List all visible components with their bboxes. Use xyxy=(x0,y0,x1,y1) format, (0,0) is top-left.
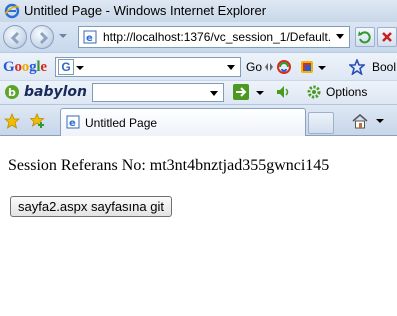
options-gear-icon[interactable] xyxy=(306,84,322,100)
page-icon: e xyxy=(83,30,97,44)
options-button[interactable]: Options xyxy=(326,85,367,99)
bookmarks-button[interactable]: Bool xyxy=(372,60,396,74)
google-logo: Google xyxy=(3,59,47,75)
add-to-favorites-icon[interactable] xyxy=(30,113,46,129)
bookmarks-star-icon[interactable] xyxy=(349,59,365,75)
babylon-search-dropdown-icon[interactable] xyxy=(209,90,219,98)
svg-text:e: e xyxy=(69,118,76,129)
address-dropdown-icon[interactable] xyxy=(335,33,345,41)
tab-label: Untitled Page xyxy=(85,116,158,130)
url-text[interactable]: http://localhost:1376/vc_session_1/Defau… xyxy=(103,30,333,44)
babylon-toolbar: b babylon Options xyxy=(0,80,397,104)
window-title: Untitled Page - Windows Internet Explore… xyxy=(24,3,267,18)
back-button[interactable] xyxy=(3,25,27,49)
arrows-icon[interactable] xyxy=(264,60,274,74)
stop-button[interactable] xyxy=(377,27,397,47)
go-to-sayfa2-button[interactable]: sayfa2.aspx sayfasına git xyxy=(10,196,172,217)
google-engine-dropdown-icon[interactable] xyxy=(76,64,84,72)
navigation-bar: e http://localhost:1376/vc_session_1/Def… xyxy=(0,22,397,52)
new-tab-button[interactable] xyxy=(308,112,334,134)
refresh-button[interactable] xyxy=(355,27,375,47)
babylon-logo: babylon xyxy=(24,84,87,100)
forward-button[interactable] xyxy=(30,25,54,49)
babylon-go-dropdown-icon[interactable] xyxy=(256,89,264,97)
svg-text:b: b xyxy=(8,86,16,99)
pagerank-swirl-icon[interactable] xyxy=(276,59,292,75)
stop-icon xyxy=(382,32,392,42)
google-go-button[interactable]: Go xyxy=(246,60,262,74)
google-search-dropdown-icon[interactable] xyxy=(226,64,236,72)
popup-blocker-icon[interactable] xyxy=(299,59,315,75)
tab-bar: e Untitled Page xyxy=(0,104,397,136)
home-dropdown-icon[interactable] xyxy=(376,117,384,125)
favorites-star-icon[interactable] xyxy=(4,113,20,129)
page-content: Session Referans No: mt3nt4bnztjad355gwn… xyxy=(0,136,397,316)
session-reference-text: Session Referans No: mt3nt4bnztjad355gwn… xyxy=(8,157,330,174)
google-toolbar: Google G Go Bool xyxy=(0,52,397,80)
popup-dropdown-icon[interactable] xyxy=(318,64,326,72)
babylon-logo-icon: b xyxy=(5,85,19,99)
address-bar[interactable]: e http://localhost:1376/vc_session_1/Def… xyxy=(78,26,350,48)
google-g-icon[interactable]: G xyxy=(58,59,74,75)
refresh-icon xyxy=(358,31,371,44)
babylon-search-input[interactable] xyxy=(92,83,224,102)
forward-arrow-icon xyxy=(39,31,49,45)
tab-page-icon: e xyxy=(66,115,80,129)
babylon-audio-icon[interactable] xyxy=(275,84,291,100)
svg-text:e: e xyxy=(86,33,93,44)
back-arrow-icon xyxy=(10,31,20,45)
babylon-go-arrow-icon[interactable] xyxy=(233,84,249,100)
recent-pages-dropdown-icon[interactable] xyxy=(58,31,68,41)
google-search-input[interactable]: G xyxy=(55,57,241,77)
home-icon[interactable] xyxy=(352,113,368,129)
title-bar: Untitled Page - Windows Internet Explore… xyxy=(0,0,397,22)
tab-untitled-page[interactable]: e Untitled Page xyxy=(60,108,306,136)
internet-explorer-icon xyxy=(4,3,20,19)
